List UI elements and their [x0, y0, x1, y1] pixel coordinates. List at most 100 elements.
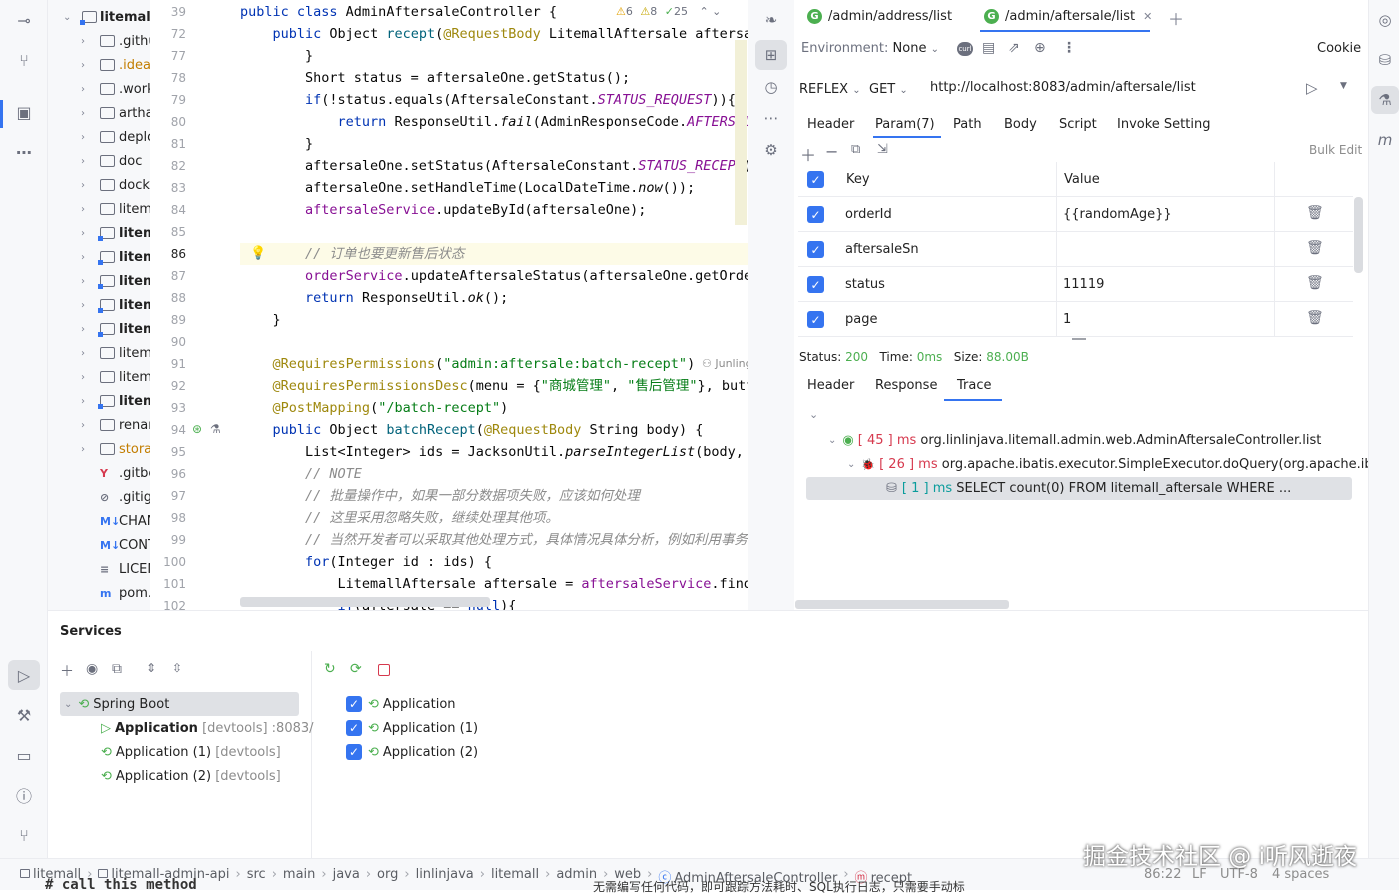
new-window-icon[interactable]: ⧉	[112, 661, 122, 677]
eye-icon[interactable]: ◉	[86, 661, 98, 677]
code-editor[interactable]: 39 72 77 78 79 80 81 82 83 84 85 86 87 88 89 90 91 92 93 94…	[150, 0, 748, 610]
tree-folder[interactable]: ›deplo	[48, 125, 150, 149]
build-icon[interactable]: ⚒	[8, 700, 40, 730]
database-icon[interactable]: ⛁	[1371, 46, 1399, 74]
trace-hscrollbar[interactable]	[795, 600, 1009, 609]
editor-vscrollbar[interactable]	[735, 40, 747, 225]
pull-requests-icon[interactable]: ⑂	[8, 45, 40, 75]
close-icon[interactable]: ✕	[1143, 10, 1152, 23]
tree-folder[interactable]: › litem	[48, 365, 150, 389]
param-key[interactable]: status	[845, 267, 885, 302]
response-tab[interactable]: Header	[807, 378, 854, 393]
expand-all-icon[interactable]: ⇕	[146, 661, 156, 675]
settings-gear-icon[interactable]: ⚙	[755, 135, 787, 165]
tree-folder[interactable]: › litem	[48, 269, 150, 293]
send-icon[interactable]: ▷	[1306, 79, 1318, 97]
debug-gutter-icon[interactable]: ⚗	[210, 422, 221, 436]
editor-hscrollbar[interactable]	[240, 597, 490, 607]
more-icon[interactable]: ⋯	[8, 137, 40, 167]
splitter-handle[interactable]	[1072, 338, 1086, 340]
tree-file[interactable]: Y.gitbc	[48, 461, 150, 485]
select-all-checkbox[interactable]: ✓	[807, 171, 824, 188]
param-key[interactable]: page	[845, 302, 877, 337]
history-icon[interactable]: ◷	[755, 72, 787, 102]
tree-folder[interactable]: › litem	[48, 221, 150, 245]
send-options-icon[interactable]: ▼	[1340, 81, 1347, 91]
notifications-icon[interactable]: ◎	[1371, 6, 1399, 34]
request-tab[interactable]: Invoke Setting	[1117, 117, 1210, 132]
tree-folder[interactable]: › litem	[48, 341, 150, 365]
delete-icon[interactable]: 🗑	[1306, 310, 1324, 326]
save-icon[interactable]: ▤	[982, 40, 995, 56]
cookie-button[interactable]: Cookie	[1317, 41, 1361, 56]
open-external-icon[interactable]: ⇗	[1008, 40, 1020, 56]
tree-folder[interactable]: ›.work	[48, 77, 150, 101]
springboot-group[interactable]: ⌄ ⟲ Spring Boot	[64, 692, 169, 716]
more-vertical-icon[interactable]: ⋮	[1062, 40, 1076, 56]
trace-row[interactable]: ⛁ [ 1 ] ms SELECT count(0) FROM litemall…	[886, 476, 1291, 500]
service-app[interactable]: ▷ Application [devtools] :8083/	[101, 716, 314, 740]
tree-file[interactable]: m pom.	[48, 581, 150, 605]
param-value[interactable]: 11119	[1063, 267, 1104, 302]
request-tab[interactable]: Param(7)	[875, 117, 935, 132]
requests-icon[interactable]: ⊞	[755, 40, 787, 70]
inspection-widget[interactable]: ⚠6 ⚠8 ✓25 ⌃ ⌄	[616, 5, 721, 18]
breadcrumb-item[interactable]: org	[377, 867, 398, 886]
collapse-all-icon[interactable]: ⇳	[172, 661, 182, 675]
git-icon[interactable]: ⑂	[8, 820, 40, 850]
tree-folder[interactable]: › .idea	[48, 53, 150, 77]
service-checkbox[interactable]: ✓	[346, 744, 362, 760]
service-checkbox[interactable]: ✓	[346, 720, 362, 736]
tree-folder[interactable]: › litem	[48, 245, 150, 269]
remove-param-icon[interactable]: −	[825, 142, 838, 161]
rerun-icon[interactable]: ↻	[324, 661, 336, 677]
service-checkbox-row[interactable]: ✓ ⟲ Application (2)	[346, 740, 478, 764]
tree-file[interactable]: M↓CHAN	[48, 509, 150, 533]
collapse-trace-icon[interactable]: ⌄	[809, 408, 818, 421]
breadcrumb-item[interactable]: litemall	[491, 867, 539, 886]
tree-folder[interactable]: › dock	[48, 173, 150, 197]
method-select[interactable]: GET ⌄	[869, 82, 908, 97]
param-value[interactable]: 1	[1063, 302, 1071, 337]
tree-folder[interactable]: ›renar	[48, 413, 150, 437]
param-value[interactable]: {{randomAge}}	[1063, 197, 1172, 232]
request-tab[interactable]: Header	[807, 117, 854, 132]
tab-aftersale-list[interactable]: G/admin/aftersale/list ✕	[984, 4, 1153, 28]
leaf-icon[interactable]: ❧	[755, 5, 787, 35]
delete-icon[interactable]: 🗑	[1306, 275, 1324, 291]
service-checkbox-row[interactable]: ✓ ⟲ Application (1)	[346, 716, 478, 740]
add-tab-icon[interactable]: ＋	[1168, 6, 1184, 30]
service-app-2[interactable]: ⟲ Application (2) [devtools]	[101, 764, 281, 788]
reflex-icon[interactable]: ⚗	[1371, 86, 1399, 114]
params-scrollbar[interactable]	[1354, 197, 1363, 273]
breadcrumb-item[interactable]: src	[247, 867, 266, 886]
tree-file[interactable]: ≡LICEN	[48, 557, 150, 581]
request-tab[interactable]: Body	[1004, 117, 1037, 132]
globe-icon[interactable]: ⊕	[1034, 40, 1046, 56]
breadcrumb-item[interactable]: admin	[556, 867, 597, 886]
tree-folder[interactable]: › doc	[48, 149, 150, 173]
breadcrumb-item[interactable]: main	[283, 867, 315, 886]
restart-icon[interactable]: ⟳	[350, 661, 362, 677]
delete-icon[interactable]: 🗑	[1306, 205, 1324, 221]
param-checkbox[interactable]: ✓	[807, 241, 824, 258]
response-tab[interactable]: Response	[875, 378, 937, 393]
tree-folder[interactable]: › litem	[48, 317, 150, 341]
terminal-icon[interactable]: ▭	[8, 740, 40, 770]
param-checkbox[interactable]: ✓	[807, 311, 824, 328]
request-tab[interactable]: Path	[953, 117, 982, 132]
url-input[interactable]: http://localhost:8083/admin/aftersale/li…	[922, 74, 1294, 102]
structure-icon[interactable]: ▣	[8, 97, 40, 127]
response-tab[interactable]: Trace	[957, 378, 992, 393]
tree-root[interactable]: ⌄ litemall	[48, 5, 150, 29]
service-checkbox[interactable]: ✓	[346, 696, 362, 712]
param-key[interactable]: orderId	[845, 197, 892, 232]
service-app-1[interactable]: ⟲ Application (1) [devtools]	[101, 740, 281, 764]
intention-bulb-icon[interactable]: 💡	[250, 246, 266, 261]
maven-icon[interactable]: m	[1371, 126, 1399, 154]
stop-icon[interactable]	[378, 664, 390, 676]
tree-file[interactable]: ⊘ .gitig	[48, 485, 150, 509]
tree-folder[interactable]: ›.githu	[48, 29, 150, 53]
import-icon[interactable]: ⇲	[877, 142, 888, 157]
tree-folder[interactable]: › stora	[48, 437, 150, 461]
